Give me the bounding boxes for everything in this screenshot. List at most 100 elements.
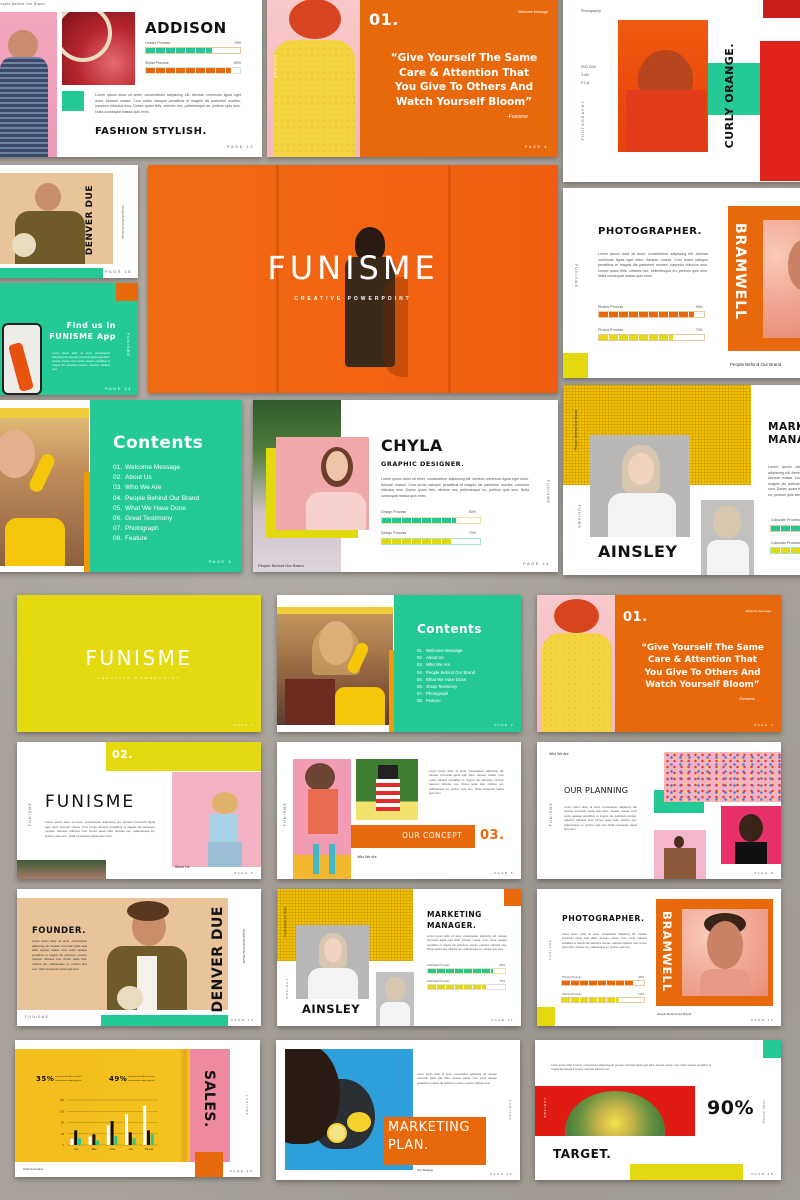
y-tick-label: 0: [63, 1143, 65, 1147]
bar-mar-3: [96, 1140, 100, 1145]
body-text: Lorem ipsum dolor sit amet, consectetuer…: [32, 940, 87, 971]
slide-contents-top[interactable]: Contents 01. Welcome Message 02. About Us 03…: [0, 400, 242, 572]
slide-chyla[interactable]: CHYLA GRAPHIC DESIGNER. Lorem ipsum dolo…: [253, 400, 558, 572]
x-tick-label: Jun: [128, 1147, 133, 1151]
slide-our-planning[interactable]: Who We Are FUNISME OUR PLANNING Lorem ip…: [537, 742, 781, 879]
bar-mar-2: [92, 1134, 96, 1145]
bar-label-1: Design Process 80%: [381, 510, 476, 514]
slide-bramwell-grid[interactable]: PHOTOGRAPHER. FUNISME Lorem ipsum dolor …: [537, 889, 781, 1026]
body-text: Lorem ipsum dolor sit amet, consectetuer…: [45, 820, 155, 838]
photo-woman-phone: [277, 607, 393, 725]
contents-item[interactable]: 06. Great Testimony: [113, 514, 199, 524]
bar-june-2: [110, 1121, 114, 1145]
quote-text: “Give Yourself The Same Care & Attention…: [641, 643, 764, 690]
contents-item[interactable]: 07. Photograph: [113, 524, 199, 534]
title-line1: MARKETING: [388, 1120, 470, 1135]
contents-item-number: 04.: [113, 494, 123, 502]
contents-item-label: Feature: [426, 698, 441, 704]
slide-marketing-plan[interactable]: Lorem ipsum dolor sit amet, consectetuer…: [276, 1040, 520, 1180]
contents-item[interactable]: 01. Welcome Message: [417, 647, 475, 654]
progress-bar-calc-1: [427, 968, 506, 974]
photo-woman-coin: [590, 435, 690, 537]
photo-red-camera: [760, 41, 800, 181]
contents-item[interactable]: 04. People Behind Our Brand: [417, 669, 475, 676]
slide-title: PHOTOGRAPHER.: [598, 226, 702, 237]
progress-fill: [382, 539, 451, 544]
slide-title: TARGET.: [553, 1147, 612, 1161]
bar-jun-3: [132, 1138, 136, 1145]
photo-woman-armchair: [654, 830, 706, 879]
slide-ainsley-grid[interactable]: People Behind Our Brand FUNISME AINSLEY …: [277, 889, 521, 1026]
photo-woman-phone: [0, 408, 89, 566]
stat-1: 35%: [36, 1075, 55, 1083]
photo-plants: [17, 860, 106, 879]
quote-author: -Funisme: [507, 114, 528, 120]
slide-contents-grid[interactable]: Contents 01. Welcome Message 02. About Us 03…: [277, 595, 521, 732]
contents-item[interactable]: 02. About Us: [417, 654, 475, 661]
bar-june-1: [106, 1125, 110, 1145]
y-tick-label: 80: [61, 1121, 64, 1125]
slide-addison[interactable]: People Behind Our Brand ADDISON Leader P…: [0, 0, 262, 157]
brand-label: People Behind Our Brand: [0, 2, 45, 6]
contents-item-number: 03.: [417, 662, 423, 668]
camera-specs: ISO 200 1.60 F2.8: [581, 64, 596, 85]
caption: People Behind Our Brand: [730, 362, 782, 367]
progress-bar-calc-2: [427, 984, 506, 990]
photo-woman-coin-eye: [701, 500, 754, 575]
body-text: Lorem ipsum dolor sit amet, consectetuer…: [429, 770, 504, 796]
contents-item[interactable]: 08. Feature: [113, 534, 199, 544]
contents-item-label: Welcome Message: [426, 648, 463, 653]
slide-denver-small[interactable]: DENVER DUE People Behind Our Brand PAGE …: [0, 165, 138, 278]
contents-item[interactable]: 05. What We Have Done: [417, 676, 475, 683]
section-number: 01.: [623, 610, 648, 625]
contents-item[interactable]: 07. Photograph: [417, 690, 475, 697]
title-line1: MARKETING: [427, 910, 482, 919]
slide-curly-orange[interactable]: Photography ISO 200 1.60 F2.8 PHOTOGRAPH…: [563, 0, 800, 182]
photo-striped-shirt: [356, 759, 418, 820]
progress-fill: [771, 526, 800, 531]
bar-label-2: Calculate Process75%: [771, 541, 800, 545]
stat-1-text: Lorem ipsum dolor sit amet, consectetuer…: [55, 1076, 82, 1082]
slide-cover-yellow[interactable]: FUNISME CREATIVE POWERPOINT PAGE 1: [17, 595, 261, 732]
contents-item[interactable]: 02. About Us: [113, 473, 199, 483]
contents-item[interactable]: 06. Great Testimony: [417, 683, 475, 690]
progress-bar-stylist: [145, 67, 241, 74]
page-number: PAGE 4: [524, 144, 548, 149]
slide-target[interactable]: Lorem ipsum dolor sit amet, consectetuer…: [535, 1040, 781, 1180]
side-label: FUNISME: [245, 1095, 249, 1116]
slide-sales[interactable]: SALES. FUNISME 35% Lorem ipsum dolor sit…: [15, 1040, 260, 1177]
contents-item[interactable]: 03. Who We Are: [417, 661, 475, 668]
photo-man-globe: [0, 173, 113, 264]
contents-item[interactable]: 05. What We Have Done: [113, 504, 199, 514]
contents-item[interactable]: 03. Who We Are: [113, 483, 199, 493]
contents-item[interactable]: 04. People Behind Our Brand: [113, 494, 199, 504]
page-number: PAGE 5: [234, 871, 254, 875]
photo-woman-coin-eye: [376, 972, 414, 1026]
photo-woman-chair: [293, 759, 351, 879]
body-text: Lorem ipsum dolor sit amet, consectetuer…: [95, 93, 241, 114]
slide-cover-orange[interactable]: FUNISME CREATIVE POWERPOINT: [148, 165, 558, 393]
slide-bramwell-top[interactable]: PHOTOGRAPHER. Lorem ipsum dolor sit amet…: [563, 188, 800, 378]
side-label: People Behind Our Brand: [242, 929, 246, 964]
slide-find-us-app[interactable]: Find us In FUNISME App Lorem ipsum dolor…: [0, 283, 138, 395]
contents-item-label: Welcome Message: [125, 464, 181, 471]
section-number: 01.: [369, 10, 399, 29]
contents-item[interactable]: 01. Welcome Message: [113, 463, 199, 473]
side-label: FUNISME: [273, 55, 277, 80]
contents-item[interactable]: 08. Feature: [417, 697, 475, 704]
slide-about-funisme[interactable]: 02. FUNISME FUNISME Lorem ipsum dolor si…: [17, 742, 261, 879]
slide-founder[interactable]: FOUNDER. Lorem ipsum dolor sit amet, con…: [17, 889, 261, 1026]
slide-ainsley-top[interactable]: People Behind Our Brand FUNISME AINSLEY …: [563, 385, 800, 575]
orange-square: [195, 1152, 223, 1177]
slide-our-concept[interactable]: FUNISME Lorem ipsum dolor sit amet, cons…: [277, 742, 521, 879]
photo-woman-cupcake: [276, 437, 369, 530]
side-label: FUNISME: [549, 802, 553, 827]
photo-man-roses: [682, 909, 768, 996]
bar-period-1: [143, 1105, 147, 1145]
slide-welcome-quote-top[interactable]: FUNISME 01. Welcome Message “Give Yourse…: [267, 0, 558, 157]
photo-woman-pink-hat: [172, 772, 261, 867]
slide-welcome-quote-grid[interactable]: 01. Welcome Message “Give Yourself The S…: [537, 595, 781, 732]
side-label: FUNISME: [548, 939, 552, 960]
contents-item-number: 01.: [113, 464, 123, 471]
section-label: Photography: [581, 9, 601, 13]
